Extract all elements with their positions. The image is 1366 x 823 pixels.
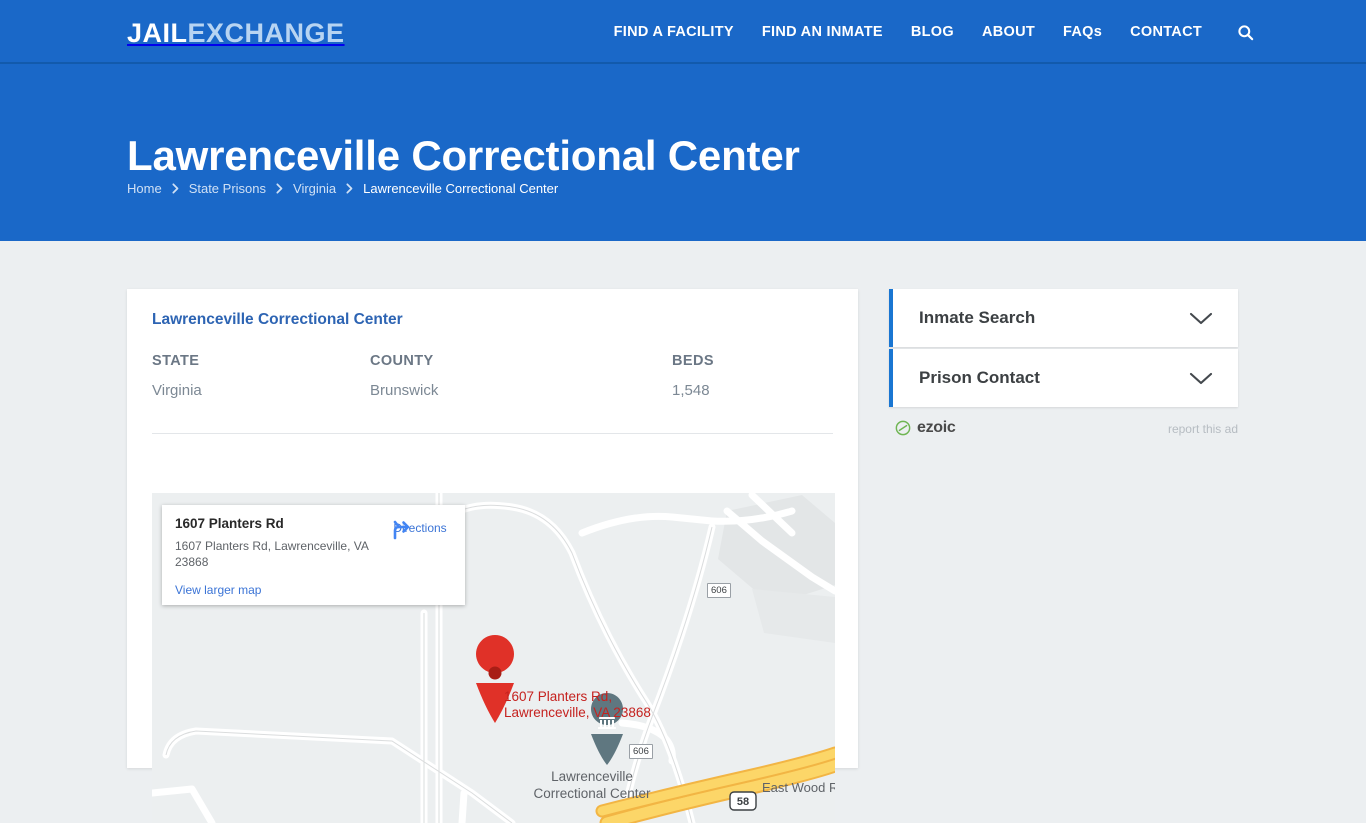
directions-fork-icon xyxy=(393,520,410,540)
location-map[interactable]: 58 606 606 East Wood R 1607 Planters Rd,… xyxy=(152,493,835,823)
report-this-ad-link[interactable]: report this ad xyxy=(1168,422,1238,436)
fact-state: STATE Virginia xyxy=(152,353,202,399)
accordion-inmate-search[interactable]: Inmate Search xyxy=(889,289,1238,347)
breadcrumb-chevron-icon xyxy=(275,183,284,194)
site-header: JAILEXCHANGE FIND A FACILITY FIND AN INM… xyxy=(0,0,1366,64)
logo-secondary-text: EXCHANGE xyxy=(187,18,345,48)
fact-county-value: Brunswick xyxy=(370,382,439,399)
facility-card: Lawrenceville Correctional Center STATE … xyxy=(127,289,858,823)
map-info-title: 1607 Planters Rd xyxy=(175,516,284,531)
breadcrumb-item-virginia[interactable]: Virginia xyxy=(293,181,336,196)
view-larger-map-link[interactable]: View larger map xyxy=(175,583,261,597)
chevron-down-icon[interactable] xyxy=(1188,289,1214,347)
directions-button[interactable]: Directions xyxy=(389,517,451,540)
fact-county: COUNTY Brunswick xyxy=(370,353,438,399)
breadcrumb-chevron-icon xyxy=(345,183,354,194)
accordion-prison-contact-label: Prison Contact xyxy=(919,368,1040,387)
chevron-down-icon[interactable] xyxy=(1188,349,1214,407)
sidebar: Inmate Search Prison Contact ezoic repor… xyxy=(889,289,1238,436)
us-highway-58-shield: 58 xyxy=(729,791,757,811)
nav-item-find-an-inmate[interactable]: FIND AN INMATE xyxy=(762,24,883,40)
ezoic-logo[interactable]: ezoic xyxy=(895,419,956,437)
poi-label-line2: Correctional Center xyxy=(533,786,651,801)
road-label-east-wood-rd: East Wood R xyxy=(762,780,835,795)
search-button[interactable] xyxy=(1234,21,1256,43)
page-hero: Lawrenceville Correctional Center Home S… xyxy=(0,64,1366,241)
facility-card-title: Lawrenceville Correctional Center xyxy=(152,311,403,328)
breadcrumb: Home State Prisons Virginia Lawrencevill… xyxy=(127,181,558,196)
map-info-address: 1607 Planters Rd, Lawrenceville, VA 2386… xyxy=(175,539,369,569)
svg-text:58: 58 xyxy=(737,796,749,808)
address-pin-label: 1607 Planters Rd, Lawrenceville, VA 2386… xyxy=(504,689,651,721)
breadcrumb-item-current: Lawrenceville Correctional Center xyxy=(363,181,559,196)
nav-item-find-a-facility[interactable]: FIND A FACILITY xyxy=(614,24,734,40)
breadcrumb-item-state-prisons[interactable]: State Prisons xyxy=(189,181,266,196)
fact-county-label: COUNTY xyxy=(370,353,434,369)
nav-item-contact[interactable]: CONTACT xyxy=(1130,24,1202,40)
site-logo[interactable]: JAILEXCHANGE xyxy=(127,18,345,49)
ad-attribution-bar: ezoic report this ad xyxy=(889,419,1238,443)
facts-divider xyxy=(152,433,833,434)
fact-beds-label: BEDS xyxy=(672,353,714,369)
fact-state-label: STATE xyxy=(152,353,200,369)
nav-item-blog[interactable]: BLOG xyxy=(911,24,954,40)
accordion-prison-contact[interactable]: Prison Contact xyxy=(889,349,1238,407)
search-icon xyxy=(1237,24,1253,40)
route-shield-606-south: 606 xyxy=(629,744,653,759)
page-title: Lawrenceville Correctional Center xyxy=(127,132,800,180)
nav-item-about[interactable]: ABOUT xyxy=(982,24,1035,40)
page-content: Lawrenceville Correctional Center STATE … xyxy=(0,241,1366,823)
fact-beds-value: 1,548 xyxy=(672,382,710,399)
map-info-card: 1607 Planters Rd 1607 Planters Rd, Lawre… xyxy=(162,505,465,605)
route-shield-606-north: 606 xyxy=(707,583,731,598)
breadcrumb-chevron-icon xyxy=(171,183,180,194)
address-pin-label-line1: 1607 Planters Rd, xyxy=(504,689,613,704)
primary-navigation: FIND A FACILITY FIND AN INMATE BLOG ABOU… xyxy=(614,0,1256,64)
breadcrumb-item-home[interactable]: Home xyxy=(127,181,162,196)
ezoic-logo-icon xyxy=(895,420,911,436)
poi-label: Lawrenceville Correctional Center xyxy=(502,768,682,802)
accordion-inmate-search-label: Inmate Search xyxy=(919,308,1036,327)
ezoic-wordmark: ezoic xyxy=(917,419,956,436)
logo-primary-text: JAIL xyxy=(127,18,188,48)
nav-item-faqs[interactable]: FAQs xyxy=(1063,24,1102,40)
fact-state-value: Virginia xyxy=(152,382,202,399)
address-pin-label-line2: Lawrenceville, VA 23868 xyxy=(504,705,651,720)
fact-beds: BEDS 1,548 xyxy=(672,353,714,399)
poi-label-line1: Lawrenceville xyxy=(551,769,633,784)
